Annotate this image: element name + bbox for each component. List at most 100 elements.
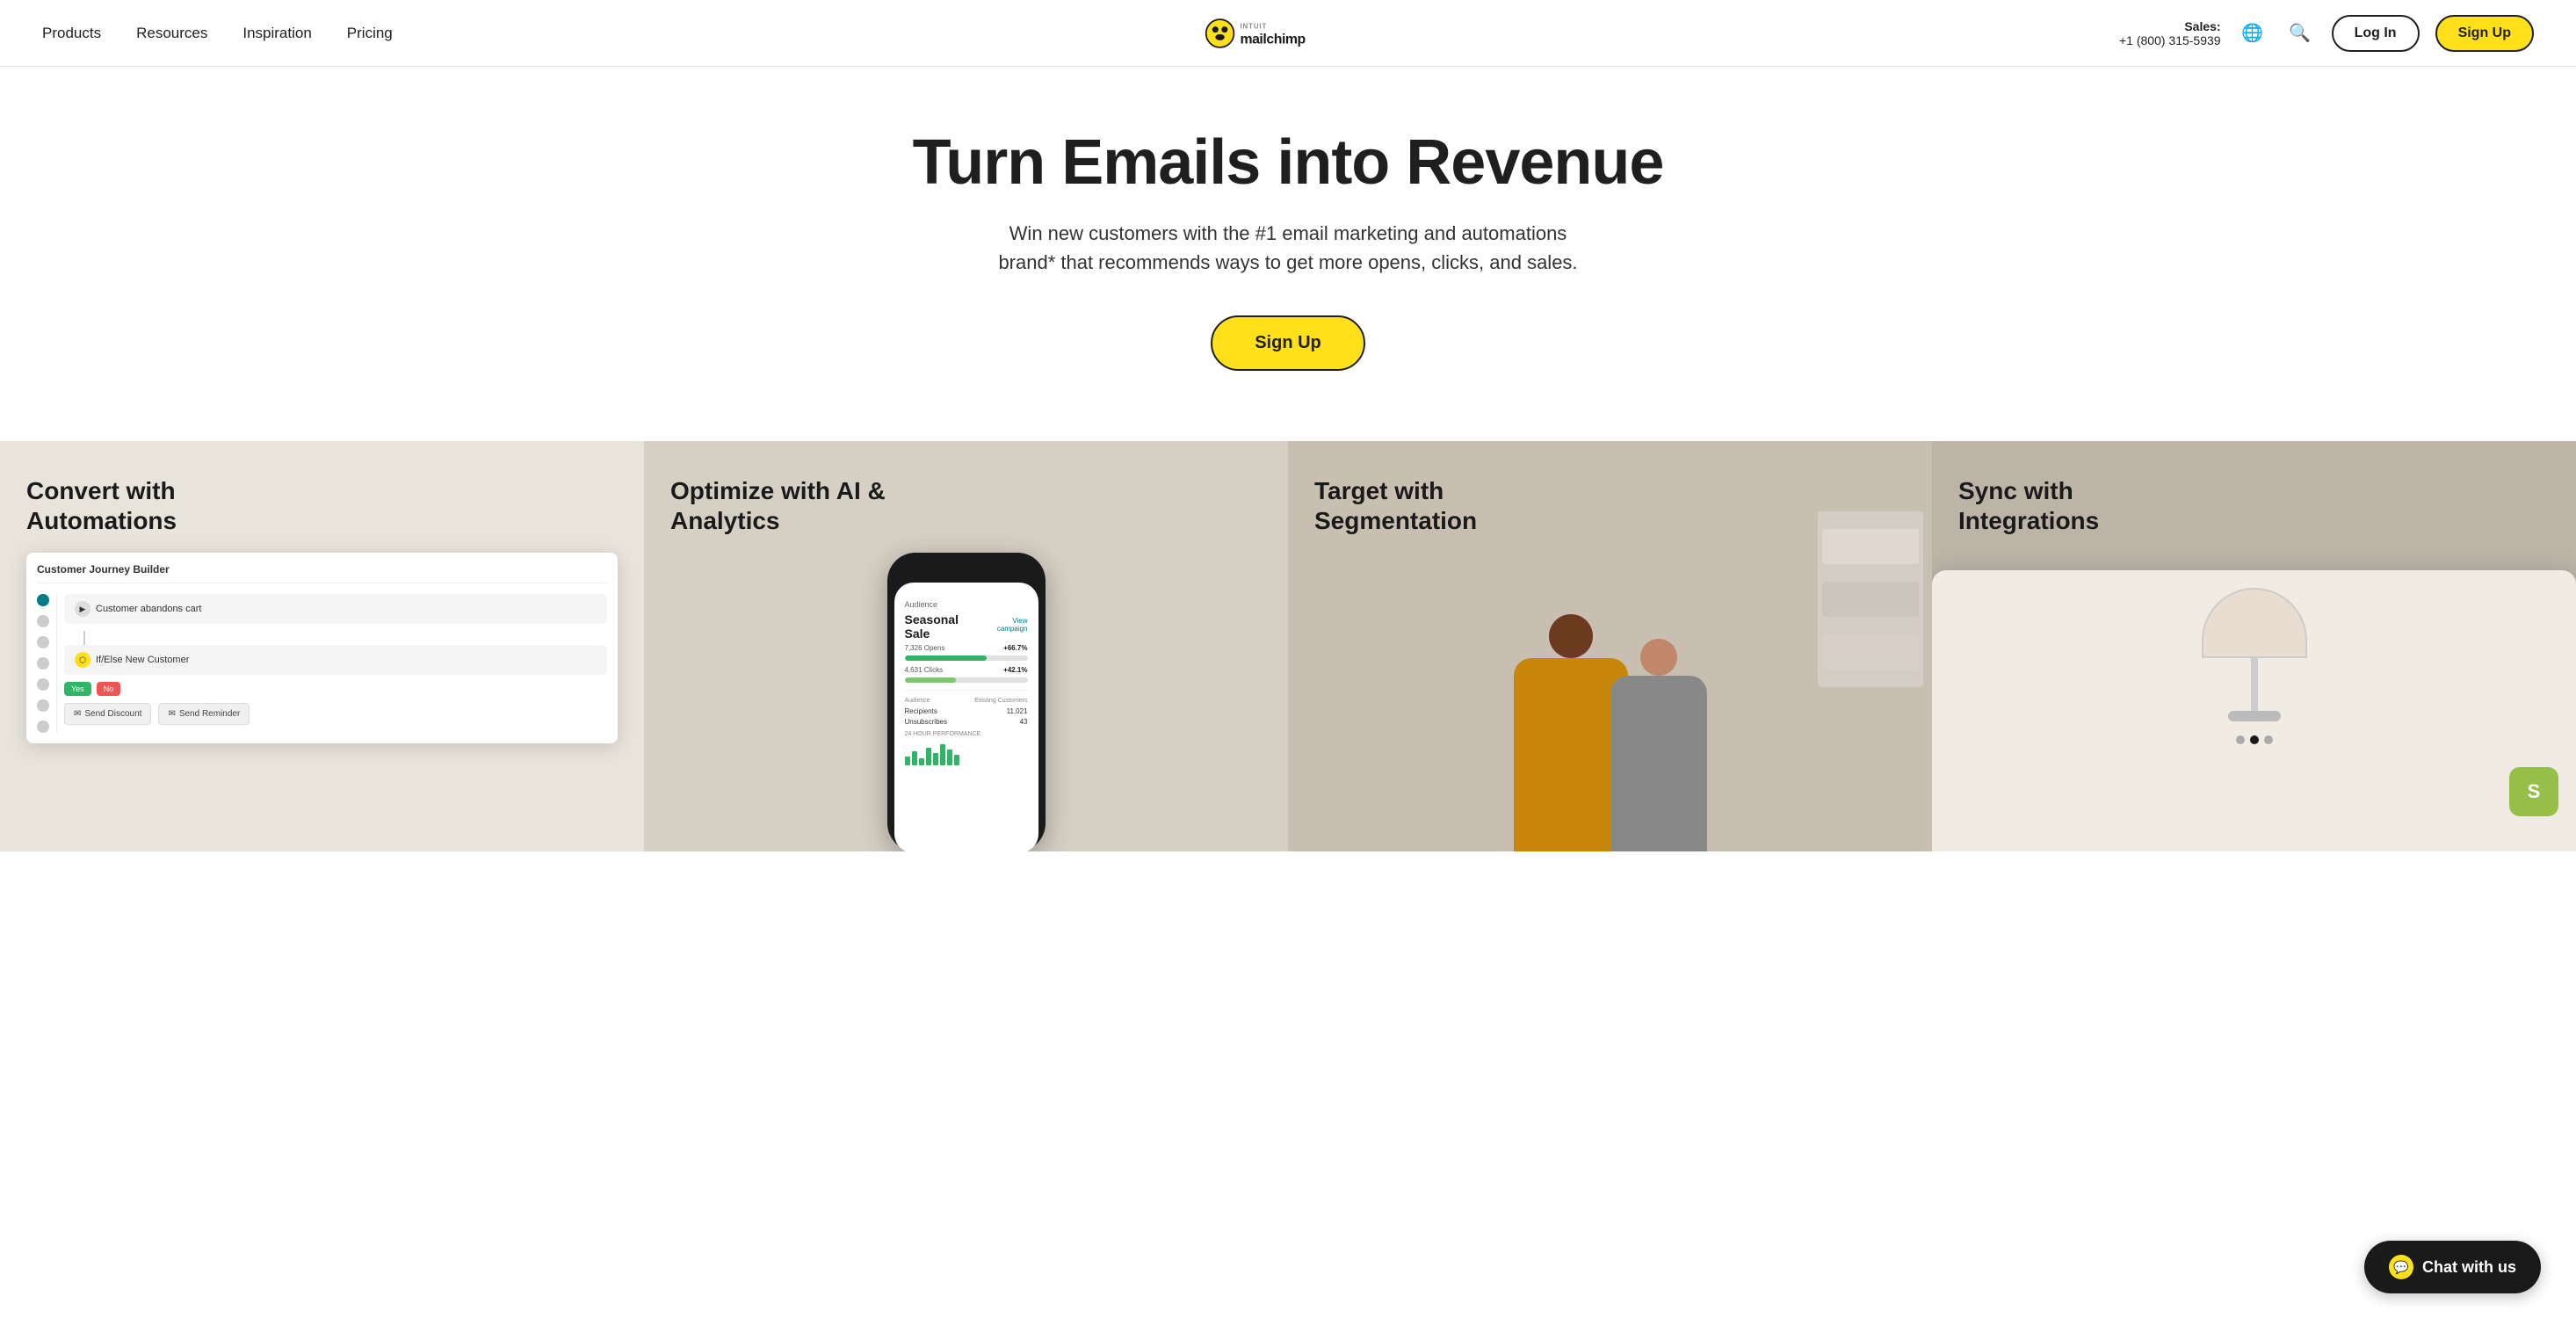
feature-automations: Convert with Automations Customer Journe… bbox=[0, 441, 644, 851]
bar-4 bbox=[926, 748, 931, 765]
chat-label: Chat with us bbox=[2422, 1258, 2516, 1277]
journey-header: Customer Journey Builder bbox=[37, 563, 607, 583]
lamp-shape bbox=[2202, 588, 2307, 721]
phone-view-link: View campaign bbox=[982, 617, 1027, 633]
nav-link-products[interactable]: Products bbox=[42, 25, 101, 42]
nav-link-pricing[interactable]: Pricing bbox=[347, 25, 393, 42]
journey-actions: ✉ Send Discount ✉ Send Reminder bbox=[64, 703, 607, 725]
segmentation-title: Target with Segmentation bbox=[1314, 476, 1560, 535]
mailchimp-logo-svg: INTUIT mailchimp bbox=[1203, 14, 1373, 53]
journey-nodes: ▶ Customer abandons cart ⬡ If/Else New C… bbox=[64, 594, 607, 733]
sales-info: Sales: +1 (800) 315-5939 bbox=[2119, 19, 2221, 47]
journey-icon-7 bbox=[37, 721, 49, 733]
bar-6 bbox=[940, 744, 945, 765]
phone-outer: Audience Seasonal Sale View campaign 7,3… bbox=[887, 553, 1046, 851]
phone-divider bbox=[905, 690, 1028, 691]
phone-screen: Audience Seasonal Sale View campaign 7,3… bbox=[894, 583, 1038, 851]
bar-3 bbox=[919, 758, 924, 765]
phone-clicks-pct: +42.1% bbox=[1003, 666, 1027, 674]
journey-node-2: ⬡ If/Else New Customer bbox=[64, 645, 607, 675]
phone-clicks-label: 4,631 Clicks bbox=[905, 666, 944, 674]
person-2-body bbox=[1610, 676, 1707, 851]
integrations-title: Sync with Integrations bbox=[1958, 476, 2204, 535]
carousel-dots bbox=[1950, 735, 2558, 744]
shelf-box-1 bbox=[1822, 529, 1919, 564]
sales-label: Sales: bbox=[2184, 19, 2220, 33]
phone-clicks-bar-track bbox=[905, 677, 1028, 683]
journey-action-1: ✉ Send Discount bbox=[64, 703, 151, 725]
hero-section: Turn Emails into Revenue Win new custome… bbox=[0, 67, 2576, 441]
phone-header-row: Seasonal Sale View campaign bbox=[905, 612, 1028, 644]
phone-hour-label: 24 HOUR PERFORMANCE bbox=[905, 731, 1028, 737]
person-1-head bbox=[1549, 614, 1593, 658]
shelf-box-3 bbox=[1822, 634, 1919, 670]
journey-node-label-2: If/Else New Customer bbox=[96, 655, 189, 665]
login-button[interactable]: Log In bbox=[2332, 15, 2420, 52]
journey-icon-1 bbox=[37, 594, 49, 606]
phone-clicks-bar bbox=[905, 677, 957, 683]
lamp-stem bbox=[2251, 658, 2258, 711]
journey-icon-6 bbox=[37, 699, 49, 712]
globe-button[interactable]: 🌐 bbox=[2237, 18, 2268, 49]
journey-no: No bbox=[97, 682, 121, 696]
phone-tr-recipients: Recipients 11,021 bbox=[905, 707, 1028, 715]
person-2-head bbox=[1640, 639, 1677, 676]
journey-icon-3 bbox=[37, 636, 49, 648]
ai-title: Optimize with AI & Analytics bbox=[670, 476, 916, 535]
svg-text:INTUIT: INTUIT bbox=[1240, 22, 1267, 30]
chat-bubble[interactable]: 💬 Chat with us bbox=[2364, 1241, 2541, 1293]
phone-tr-unsubs: Unsubscribes 43 bbox=[905, 718, 1028, 726]
phone-mockup-wrap: Audience Seasonal Sale View campaign 7,3… bbox=[670, 553, 1262, 851]
person-2 bbox=[1610, 639, 1707, 851]
phone-td-43: 43 bbox=[1020, 718, 1028, 726]
phone-opens-bar bbox=[905, 655, 988, 661]
phone-opens-bar-track bbox=[905, 655, 1028, 661]
journey-node-1: ▶ Customer abandons cart bbox=[64, 594, 607, 624]
journey-action-2: ✉ Send Reminder bbox=[158, 703, 250, 725]
hero-subtitle: Win new customers with the #1 email mark… bbox=[989, 219, 1587, 277]
phone-opens-label: 7,326 Opens bbox=[905, 644, 945, 652]
svg-text:mailchimp: mailchimp bbox=[1240, 32, 1306, 47]
phone-opens-row: 7,326 Opens +66.7% bbox=[905, 644, 1028, 652]
dot-3 bbox=[2264, 735, 2273, 744]
nav-right: Sales: +1 (800) 315-5939 🌐 🔍 Log In Sign… bbox=[2119, 15, 2534, 52]
dot-2 bbox=[2250, 735, 2259, 744]
phone-td-recipients: Recipients bbox=[905, 707, 937, 715]
journey-layout: ▶ Customer abandons cart ⬡ If/Else New C… bbox=[37, 594, 607, 733]
dot-1 bbox=[2236, 735, 2245, 744]
phone-th-existing: Existing Customers bbox=[974, 698, 1027, 704]
journey-yes: Yes bbox=[64, 682, 91, 696]
main-nav: Products Resources Inspiration Pricing I… bbox=[0, 0, 2576, 67]
phone-th-audience: Audience bbox=[905, 698, 930, 704]
integration-card: S bbox=[1932, 570, 2576, 851]
shopify-badge: S bbox=[2509, 767, 2558, 816]
signup-nav-button[interactable]: Sign Up bbox=[2435, 15, 2534, 52]
phone-td-unsubs: Unsubscribes bbox=[905, 718, 947, 726]
bar-1 bbox=[905, 757, 910, 765]
features-row: Convert with Automations Customer Journe… bbox=[0, 441, 2576, 851]
sales-phone: +1 (800) 315-5939 bbox=[2119, 33, 2221, 47]
journey-yes-no: Yes No bbox=[64, 682, 607, 696]
lamp-shade bbox=[2202, 588, 2307, 658]
journey-node-icon-2: ⬡ bbox=[75, 652, 90, 668]
automations-title: Convert with Automations bbox=[26, 476, 272, 535]
bar-2 bbox=[912, 751, 917, 765]
phone-clicks-row: 4,631 Clicks +42.1% bbox=[905, 666, 1028, 674]
bar-5 bbox=[933, 753, 938, 765]
bar-8 bbox=[954, 755, 959, 765]
lamp-illustration bbox=[1950, 588, 2558, 721]
hero-title: Turn Emails into Revenue bbox=[35, 128, 2541, 198]
phone-audience-label: Audience bbox=[905, 600, 1028, 609]
journey-sidebar-icons bbox=[37, 594, 57, 733]
nav-link-inspiration[interactable]: Inspiration bbox=[242, 25, 311, 42]
phone-bar-chart bbox=[905, 741, 1028, 765]
hero-signup-button[interactable]: Sign Up bbox=[1211, 315, 1365, 371]
logo[interactable]: INTUIT mailchimp bbox=[1203, 14, 1373, 53]
search-button[interactable]: 🔍 bbox=[2284, 18, 2316, 49]
feature-ai: Optimize with AI & Analytics Audience Se… bbox=[644, 441, 1288, 851]
phone-notch bbox=[940, 563, 993, 577]
journey-line-1 bbox=[83, 631, 85, 645]
nav-link-resources[interactable]: Resources bbox=[136, 25, 207, 42]
journey-icon-4 bbox=[37, 657, 49, 670]
phone-table-header: Audience Existing Customers bbox=[905, 698, 1028, 704]
